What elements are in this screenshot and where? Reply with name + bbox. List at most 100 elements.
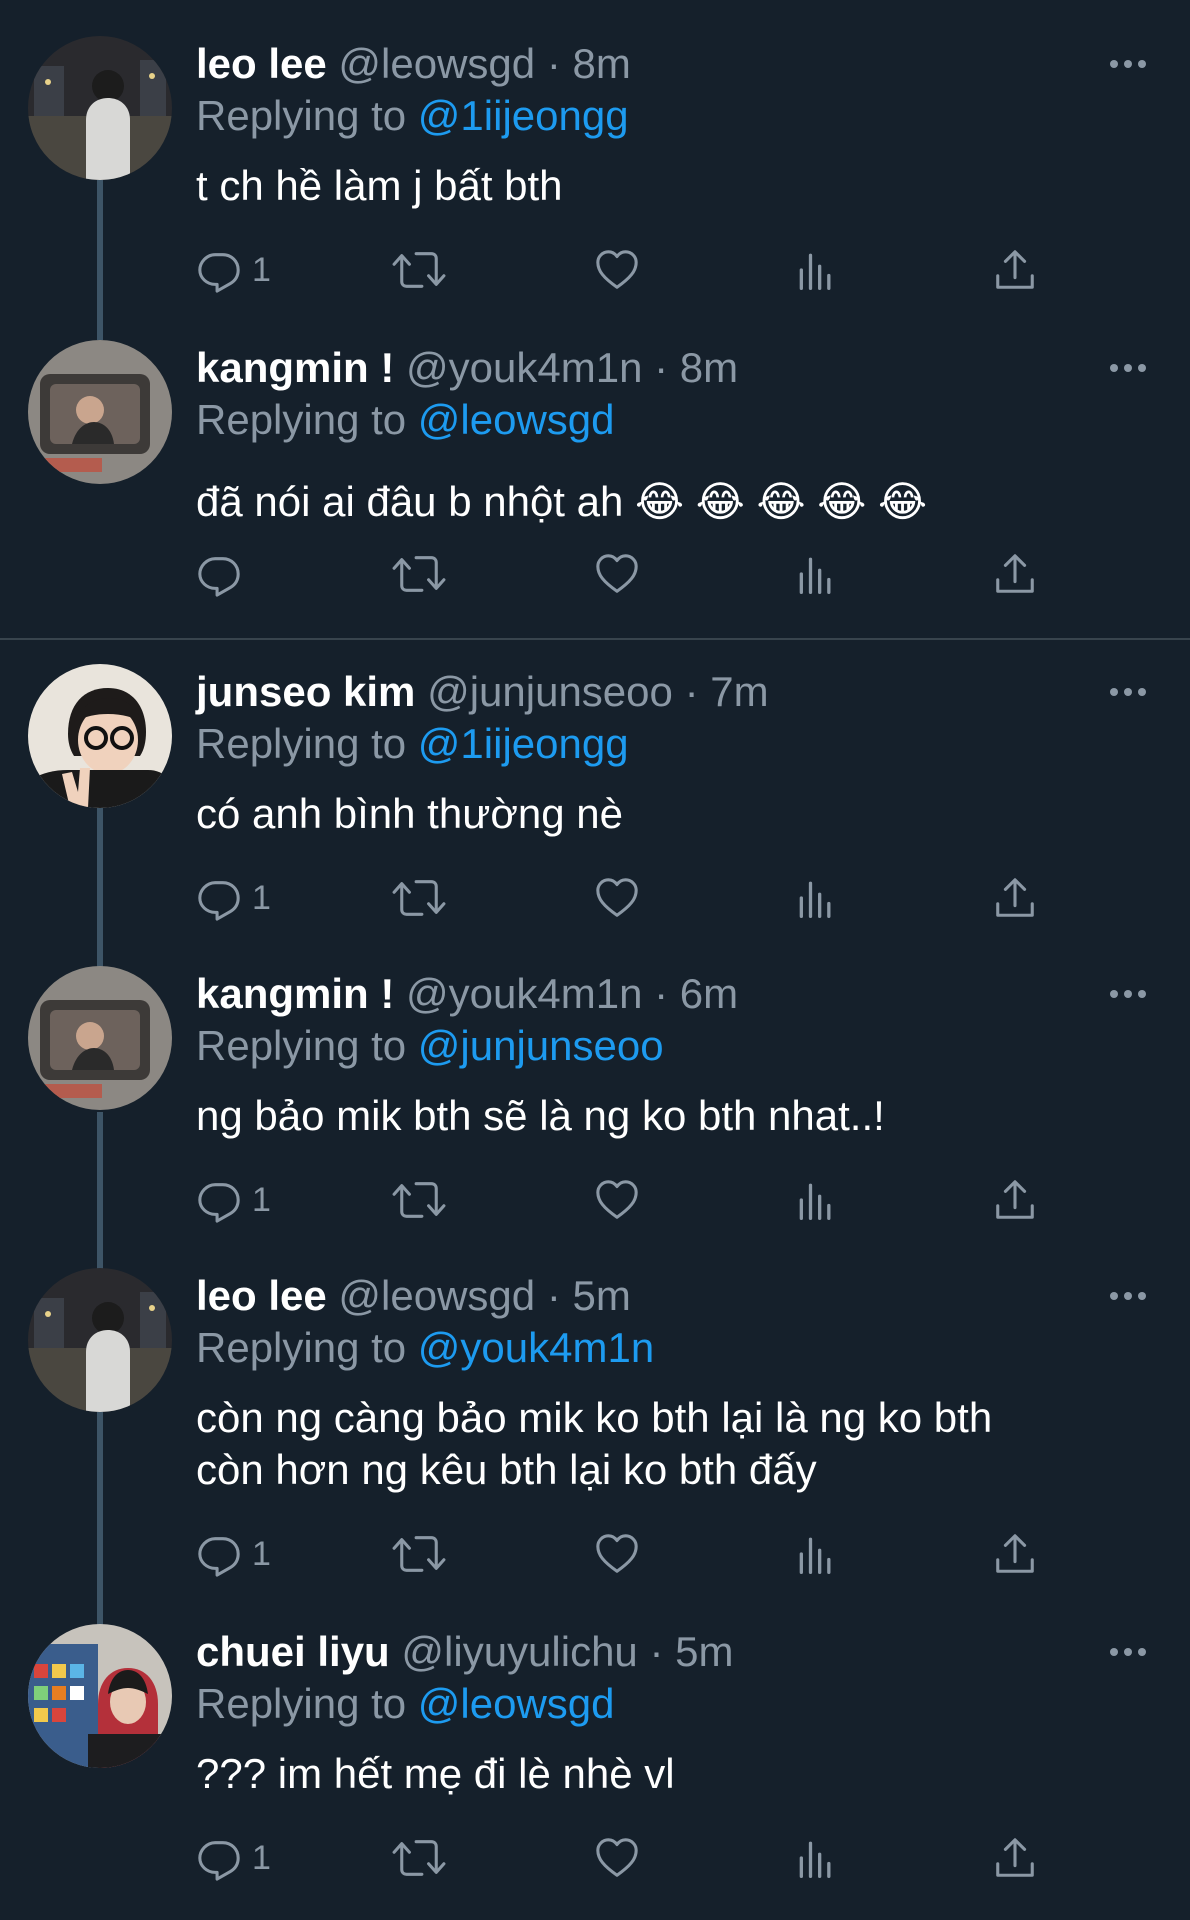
like-button[interactable] <box>594 870 640 926</box>
reply-count: 1 <box>252 878 271 917</box>
retweet-button[interactable] <box>392 242 446 298</box>
display-name[interactable]: kangmin ! <box>196 344 394 391</box>
mention-link[interactable]: @leowsgd <box>418 396 615 443</box>
tweet-text: đã nói ai đâu b nhột ah 😂 😂 😂 😂 😂 <box>196 478 928 525</box>
retweet-button[interactable] <box>392 870 446 926</box>
timestamp[interactable]: 5m <box>675 1628 733 1675</box>
retweet-button[interactable] <box>392 1172 446 1228</box>
mention-link[interactable]: @1iijeongg <box>418 720 629 767</box>
share-button[interactable] <box>992 1830 1038 1886</box>
heart-icon <box>594 551 640 597</box>
retweet-button[interactable] <box>392 1830 446 1886</box>
avatar[interactable] <box>28 664 172 808</box>
views-button[interactable] <box>794 546 838 602</box>
views-button[interactable] <box>794 870 838 926</box>
tweet[interactable]: leo lee @leowsgd · 5m Replying to @youk4… <box>0 1268 1190 1588</box>
user-handle[interactable]: @junjunseoo <box>427 668 673 715</box>
replying-to-label: Replying to <box>196 1680 407 1727</box>
display-name[interactable]: junseo kim <box>196 668 415 715</box>
share-button[interactable] <box>992 870 1038 926</box>
replying-to: Replying to @1iijeongg <box>196 716 629 772</box>
heart-icon <box>594 247 640 293</box>
separator-dot: · <box>649 1628 664 1675</box>
tweet-header: kangmin ! @youk4m1n · 8m <box>196 340 738 396</box>
more-horizontal-icon[interactable] <box>1108 1644 1148 1660</box>
mention-link[interactable]: @1iijeongg <box>418 92 629 139</box>
tweet-text: còn ng càng bảo mik ko bth lại là ng ko … <box>196 1394 993 1493</box>
conversation-divider <box>0 638 1190 640</box>
retweet-button[interactable] <box>392 1526 446 1582</box>
views-button[interactable] <box>794 242 838 298</box>
mention-link[interactable]: @leowsgd <box>418 1680 615 1727</box>
views-icon <box>794 875 838 921</box>
display-name[interactable]: leo lee <box>196 40 327 87</box>
share-button[interactable] <box>992 1526 1038 1582</box>
more-horizontal-icon[interactable] <box>1108 56 1148 72</box>
like-button[interactable] <box>594 1526 640 1582</box>
timestamp[interactable]: 6m <box>680 970 738 1017</box>
display-name[interactable]: kangmin ! <box>196 970 394 1017</box>
more-horizontal-icon[interactable] <box>1108 360 1148 376</box>
views-button[interactable] <box>794 1172 838 1228</box>
share-button[interactable] <box>992 242 1038 298</box>
reply-icon <box>196 1835 242 1881</box>
share-button[interactable] <box>992 546 1038 602</box>
like-button[interactable] <box>594 1830 640 1886</box>
avatar[interactable] <box>28 1268 172 1412</box>
reply-icon <box>196 551 242 597</box>
replying-to-label: Replying to <box>196 396 407 443</box>
reply-button[interactable]: 1 <box>196 870 271 926</box>
avatar[interactable] <box>28 966 172 1110</box>
like-button[interactable] <box>594 242 640 298</box>
user-handle[interactable]: @youk4m1n <box>406 344 642 391</box>
views-icon <box>794 247 838 293</box>
tweet-actions: 1 <box>196 870 1096 926</box>
tweet-header: junseo kim @junjunseoo · 7m <box>196 664 769 720</box>
timestamp[interactable]: 7m <box>710 668 768 715</box>
timestamp[interactable]: 8m <box>573 40 631 87</box>
more-horizontal-icon[interactable] <box>1108 986 1148 1002</box>
share-icon <box>992 551 1038 597</box>
reply-button[interactable]: 1 <box>196 242 271 298</box>
heart-icon <box>594 1531 640 1577</box>
avatar[interactable] <box>28 1624 172 1768</box>
timestamp[interactable]: 5m <box>573 1272 631 1319</box>
share-button[interactable] <box>992 1172 1038 1228</box>
reply-icon <box>196 247 242 293</box>
user-handle[interactable]: @leowsgd <box>338 40 535 87</box>
tweet[interactable]: chuei liyu @liyuyulichu · 5m Replying to… <box>0 1624 1190 1894</box>
user-handle[interactable]: @leowsgd <box>338 1272 535 1319</box>
display-name[interactable]: leo lee <box>196 1272 327 1319</box>
tweet-actions: 1 <box>196 1830 1096 1886</box>
heart-icon <box>594 1177 640 1223</box>
reply-button[interactable] <box>196 546 252 602</box>
views-button[interactable] <box>794 1526 838 1582</box>
display-name[interactable]: chuei liyu <box>196 1628 390 1675</box>
like-button[interactable] <box>594 1172 640 1228</box>
reply-icon <box>196 875 242 921</box>
like-button[interactable] <box>594 546 640 602</box>
reply-button[interactable]: 1 <box>196 1830 271 1886</box>
views-button[interactable] <box>794 1830 838 1886</box>
tweet-text: t ch hề làm j bất bth <box>196 162 563 209</box>
reply-button[interactable]: 1 <box>196 1526 271 1582</box>
tweet[interactable]: kangmin ! @youk4m1n · 6m Replying to @ju… <box>0 966 1190 1236</box>
more-horizontal-icon[interactable] <box>1108 684 1148 700</box>
user-handle[interactable]: @liyuyulichu <box>401 1628 637 1675</box>
mention-link[interactable]: @junjunseoo <box>418 1022 664 1069</box>
more-horizontal-icon[interactable] <box>1108 1288 1148 1304</box>
retweet-button[interactable] <box>392 546 446 602</box>
tweet-actions: 1 <box>196 1526 1096 1582</box>
reply-icon <box>196 1177 242 1223</box>
timestamp[interactable]: 8m <box>680 344 738 391</box>
user-handle[interactable]: @youk4m1n <box>406 970 642 1017</box>
reply-count: 1 <box>252 1838 271 1877</box>
avatar[interactable] <box>28 340 172 484</box>
mention-link[interactable]: @youk4m1n <box>418 1324 654 1371</box>
retweet-icon <box>392 1835 446 1881</box>
tweet[interactable]: junseo kim @junjunseoo · 7m Replying to … <box>0 664 1190 934</box>
avatar[interactable] <box>28 36 172 180</box>
tweet[interactable]: leo lee @leowsgd · 8m Replying to @1iije… <box>0 36 1190 306</box>
tweet[interactable]: kangmin ! @youk4m1n · 8m Replying to @le… <box>0 340 1190 630</box>
reply-button[interactable]: 1 <box>196 1172 271 1228</box>
